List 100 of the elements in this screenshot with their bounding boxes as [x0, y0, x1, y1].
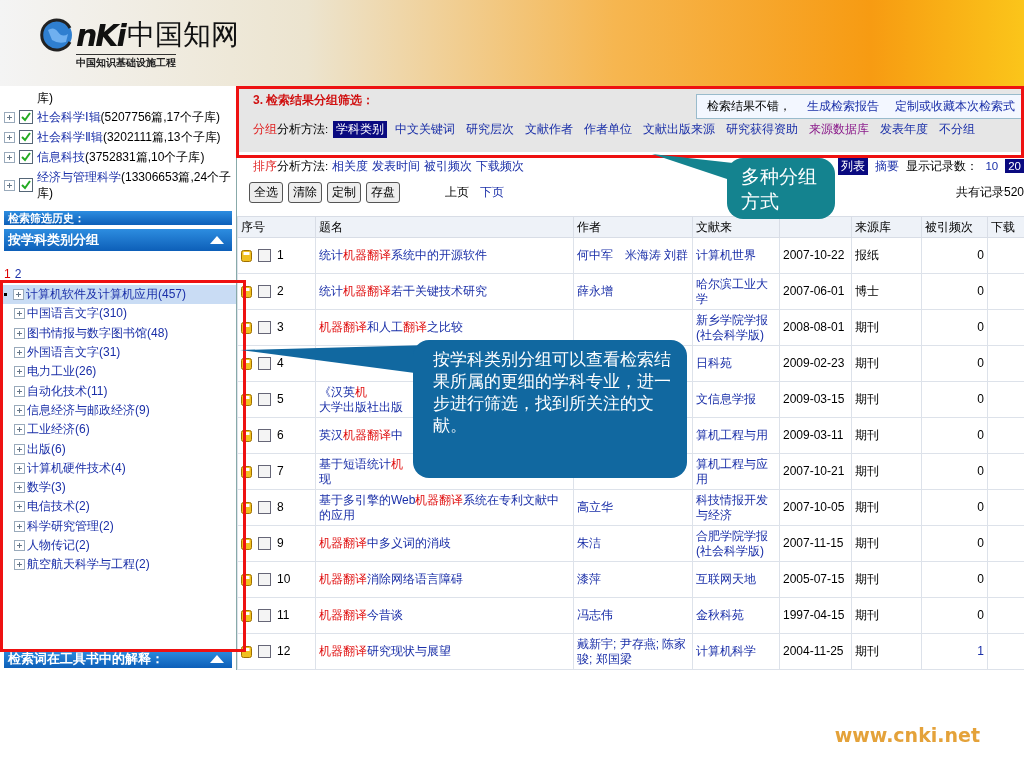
action-button[interactable]: 全选 [249, 181, 283, 203]
document-icon[interactable] [241, 537, 252, 550]
document-icon[interactable] [241, 609, 252, 622]
database-checkbox[interactable] [19, 150, 33, 164]
subject-item[interactable]: 中国语言文字(310) [0, 304, 236, 324]
author-link[interactable]: 朱洁 [577, 536, 601, 551]
author-link[interactable]: 漆萍 [577, 572, 601, 587]
document-icon[interactable] [241, 429, 252, 442]
row-checkbox[interactable] [258, 357, 271, 370]
title-link[interactable]: 《汉英机 大学出版社出版 [319, 384, 403, 415]
action-button[interactable]: 清除 [288, 181, 322, 203]
expand-icon[interactable] [4, 111, 15, 123]
group-option[interactable]: 研究获得资助 [723, 121, 802, 138]
subject-item[interactable]: 航空航天科学与工程(2) [0, 555, 236, 575]
row-checkbox[interactable] [258, 645, 271, 658]
subject-item[interactable]: 计算机硬件技术(4) [0, 458, 236, 478]
document-icon[interactable] [241, 645, 252, 658]
group-option[interactable]: 文献作者 [522, 121, 577, 138]
group-option[interactable]: 发表年度 [877, 121, 932, 138]
group-option[interactable]: 作者单位 [581, 121, 636, 138]
expand-icon[interactable] [4, 131, 15, 143]
sort-option[interactable]: 相关度 [332, 158, 369, 174]
document-icon[interactable] [241, 321, 252, 334]
view-option[interactable]: 摘要 [872, 157, 903, 175]
database-label[interactable]: 信息科技(3752831篇,10个子库) [37, 149, 205, 165]
action-button[interactable]: 定制 [327, 181, 361, 203]
document-icon[interactable] [241, 573, 252, 586]
subject-item[interactable]: 图书情报与数字图书馆(48) [0, 323, 236, 343]
sort-option[interactable]: 发表时间 [372, 158, 421, 174]
subject-item[interactable]: 工业经济(6) [0, 420, 236, 440]
database-label[interactable]: 社会科学Ⅱ辑(3202111篇,13个子库) [37, 129, 221, 145]
subject-item[interactable]: 电力工业(26) [0, 362, 236, 382]
column-header: 来源库 [851, 216, 922, 238]
author-link[interactable]: 冯志伟 [577, 608, 613, 623]
database-label[interactable]: 经济与管理科学(13306653篇,24个子库) [37, 169, 232, 201]
row-checkbox[interactable] [258, 321, 271, 334]
group-option[interactable]: 学科类别 [333, 121, 388, 138]
subject-item[interactable]: 科学研究管理(2) [0, 516, 236, 536]
report-link[interactable]: 生成检索报告 [807, 98, 879, 115]
row-checkbox[interactable] [258, 393, 271, 406]
action-button[interactable]: 存盘 [366, 181, 400, 203]
document-icon[interactable] [241, 501, 252, 514]
subject-item[interactable]: 信息经济与邮政经济(9) [0, 400, 236, 421]
pager-link[interactable]: 下页 [480, 183, 504, 201]
row-checkbox[interactable] [258, 429, 271, 442]
document-icon[interactable] [241, 285, 252, 298]
group-option[interactable]: 文献出版来源 [640, 121, 719, 138]
database-checkbox[interactable] [19, 130, 33, 144]
row-checkbox[interactable] [258, 249, 271, 262]
database-checkbox[interactable] [19, 110, 33, 124]
sort-option[interactable]: 被引频次 [424, 158, 473, 174]
subject-item[interactable]: 人物传记(2) [0, 535, 236, 556]
logo-name: 中国知网 [126, 17, 239, 53]
count-option[interactable]: 20 [1005, 159, 1024, 173]
collapse-icon[interactable] [210, 655, 224, 663]
author-link[interactable]: 高立华 [577, 500, 613, 515]
subject-item[interactable]: 电信技术(2) [0, 497, 236, 517]
subject-item[interactable]: 计算机软件及计算机应用(457) [0, 285, 236, 305]
collapse-icon[interactable] [210, 236, 224, 244]
row-checkbox[interactable] [258, 285, 271, 298]
row-number: 7 [277, 464, 284, 479]
subject-header[interactable]: 按学科类别分组 [4, 229, 232, 251]
database-checkbox[interactable] [19, 178, 33, 192]
group-option[interactable]: 研究层次 [463, 121, 518, 138]
database-cell: 期刊 [855, 320, 879, 335]
subject-item[interactable]: 外国语言文字(31) [0, 342, 236, 363]
cited-count: 0 [976, 464, 984, 479]
subject-item[interactable]: 出版(6) [0, 439, 236, 459]
report-link[interactable]: 定制或收藏本次检索式 [895, 98, 1015, 115]
page-link[interactable]: 2 [14, 267, 22, 281]
expand-icon[interactable] [4, 151, 15, 163]
source-link[interactable]: 日科苑 [696, 356, 732, 371]
subject-item[interactable]: 自动化技术(11) [0, 381, 236, 401]
title-link[interactable]: 机器翻译今昔谈 [319, 608, 403, 623]
group-option[interactable]: 不分组 [936, 121, 979, 138]
count-option[interactable]: 10 [982, 159, 1002, 173]
column-header: 下载 [987, 216, 1024, 238]
subject-item[interactable]: 数学(3) [0, 477, 236, 498]
row-checkbox[interactable] [258, 537, 271, 550]
page-link[interactable]: 1 [4, 267, 11, 281]
history-header[interactable]: 检索筛选历史： [4, 211, 232, 225]
sort-label: 排序分析方法: [253, 158, 329, 174]
row-checkbox[interactable] [258, 501, 271, 514]
sort-option[interactable]: 下载频次 [476, 158, 525, 174]
date-cell: 2009-03-15 [783, 392, 845, 407]
row-checkbox[interactable] [258, 465, 271, 478]
row-number: 4 [277, 356, 284, 371]
group-option[interactable]: 来源数据库 [806, 121, 873, 138]
document-icon[interactable] [241, 357, 252, 370]
row-checkbox[interactable] [258, 609, 271, 622]
document-icon[interactable] [241, 393, 252, 406]
row-checkbox[interactable] [258, 573, 271, 586]
expand-icon[interactable] [4, 179, 15, 191]
database-label[interactable]: 社会科学Ⅰ辑(5207756篇,17个子库) [37, 109, 220, 125]
author-link[interactable]: 薛永增 [577, 284, 613, 299]
database-cell: 期刊 [855, 464, 879, 479]
title-link[interactable]: 英汉机器翻译中 [319, 428, 403, 443]
document-icon[interactable] [241, 465, 252, 478]
group-option[interactable]: 中文关键词 [392, 121, 459, 138]
document-icon[interactable] [241, 249, 252, 262]
